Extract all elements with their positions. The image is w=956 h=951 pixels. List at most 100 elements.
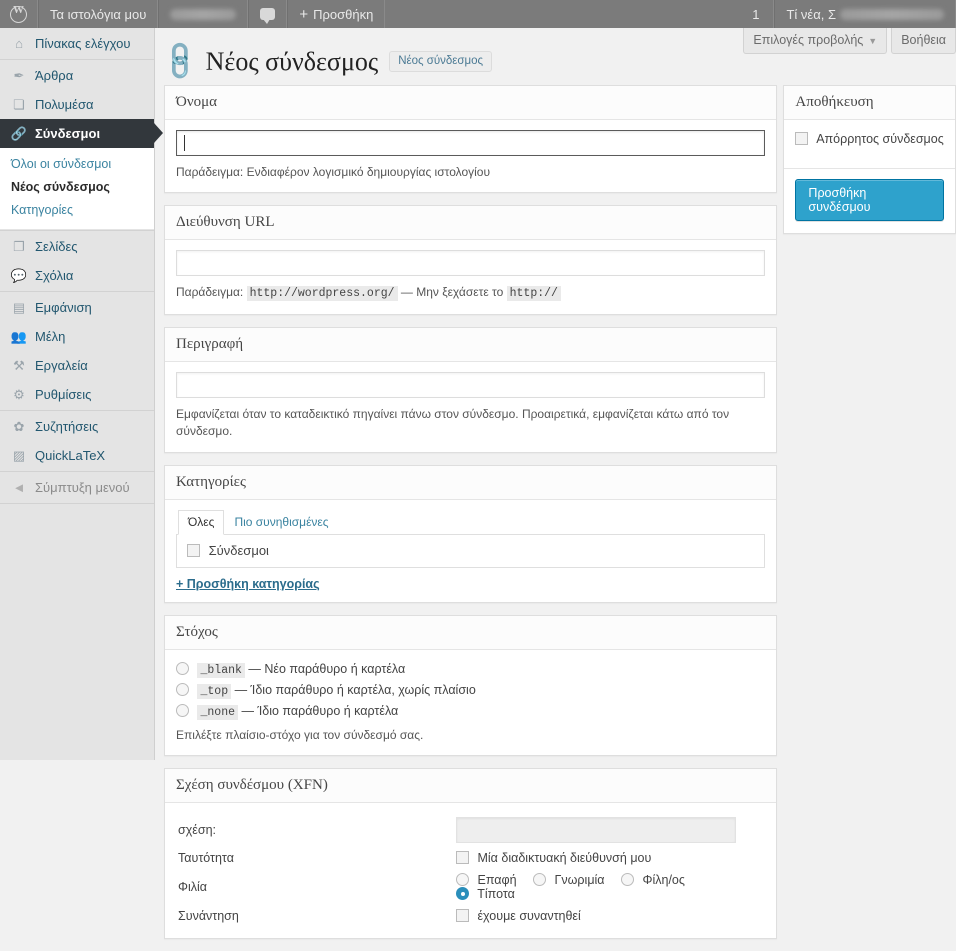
checkbox-icon[interactable] (456, 851, 469, 865)
tools-icon: ⚒ (13, 358, 25, 373)
add-new-link-button[interactable]: Νέος σύνδεσμος (389, 50, 493, 73)
url-box-title[interactable]: Διεύθυνση URL (165, 206, 777, 241)
radio-icon[interactable] (176, 661, 189, 675)
screen-options-label: Επιλογές προβολής (753, 33, 864, 47)
wordpress-logo-button[interactable] (0, 0, 38, 28)
xfn-friendship-contact[interactable]: Επαφή (456, 873, 517, 887)
target-desc: — Ίδιο παράθυρο ή καρτέλα (241, 703, 399, 718)
target-box-title[interactable]: Στόχος (165, 615, 777, 650)
xfn-friendship-acquaintance[interactable]: Γνωριμία (533, 873, 605, 887)
target-option-none[interactable]: _none — Ίδιο παράθυρο ή καρτέλα (176, 702, 765, 723)
xfn-box-title[interactable]: Σχέση συνδέσμου (XFN) (165, 769, 777, 804)
content-area: 🔗 Νέος σύνδεσμος Νέος σύνδεσμος Όνομα Πα… (156, 28, 956, 940)
link-url-input[interactable] (176, 250, 766, 277)
radio-icon[interactable] (533, 873, 547, 887)
submenu-item-new-link[interactable]: Νέος σύνδεσμος (0, 176, 154, 199)
menu-group-pages-comments: ❐ Σελίδες 💬 Σχόλια (0, 231, 154, 292)
sidebar-item-links[interactable]: 🔗 Σύνδεσμοι (0, 119, 163, 148)
pin-icon: ✒ (13, 68, 25, 83)
media-icon: ❏ (13, 97, 25, 112)
sidebar-item-users[interactable]: 👥 Μέλη (0, 322, 154, 351)
site-name-blurred (170, 8, 237, 20)
submit-box-title[interactable]: Αποθήκευση (784, 86, 955, 120)
xfn-rel-label: σχέση: (178, 823, 216, 838)
screen-meta-links: Επιλογές προβολής ▼ Βοήθεια (739, 28, 956, 54)
tab-all-categories[interactable]: Όλες (178, 509, 225, 535)
menu-group-content: ✒ Άρθρα ❏ Πολυμέσα 🔗 Σύνδεσμοι Όλοι οι σ… (0, 60, 163, 231)
target-option-blank[interactable]: _blank — Νέο παράθυρο ή καρτέλα (176, 660, 765, 681)
sidebar-item-comments[interactable]: 💬 Σχόλια (0, 261, 154, 290)
updates-count[interactable]: 1 (738, 0, 775, 28)
xfn-friendship-friend[interactable]: Φίλη/ος (621, 873, 685, 887)
screen-options-tab[interactable]: Επιλογές προβολής ▼ (743, 28, 888, 54)
submenu-item-all-links[interactable]: Όλοι οι σύνδεσμοι (0, 153, 154, 176)
xfn-row-friendship: Φιλία Επαφή Γνωριμία Φίλη/ος Τίποτα (176, 869, 765, 905)
tab-most-used-categories[interactable]: Πιο συνηθισμένες (224, 510, 338, 535)
sidebar-item-pages[interactable]: ❐ Σελίδες (0, 232, 154, 261)
sidebar-item-dashboard[interactable]: ⌂ Πίνακας ελέγχου (0, 29, 154, 58)
add-category-link[interactable]: + Προσθήκη κατηγορίας (176, 577, 320, 591)
radio-icon[interactable] (176, 682, 189, 696)
radio-icon[interactable] (621, 873, 635, 887)
category-checklist: Σύνδεσμοι (176, 533, 766, 568)
checkbox-icon[interactable] (795, 132, 809, 145)
link-description-input[interactable] (176, 372, 766, 399)
sidebar-item-posts[interactable]: ✒ Άρθρα (0, 61, 154, 90)
checkbox-icon[interactable] (456, 909, 469, 923)
help-tab[interactable]: Βοήθεια (891, 28, 956, 54)
xfn-option-label: Φίλη/ος (642, 873, 685, 888)
target-box: Στόχος _blank — Νέο παράθυρο ή καρτέλα _… (164, 614, 778, 757)
sidebar-item-appearance[interactable]: ▤ Εμφάνιση (0, 293, 154, 322)
menu-group-plugins: ✿ Συζητήσεις ▨ QuickLaTeX (0, 411, 154, 472)
xfn-met-option[interactable]: έχουμε συναντηθεί (456, 909, 581, 923)
xfn-rel-input[interactable] (456, 817, 736, 844)
xfn-row-met: Συνάντηση έχουμε συναντηθεί (176, 905, 765, 927)
radio-icon[interactable] (456, 887, 469, 901)
radio-icon[interactable] (456, 873, 469, 887)
checkbox-icon[interactable] (187, 543, 200, 557)
comments-bubble-button[interactable] (248, 0, 288, 28)
my-sites-menu[interactable]: Τα ιστολόγια μου (38, 0, 159, 28)
site-name-menu[interactable] (158, 0, 249, 28)
link-name-input[interactable] (176, 130, 766, 156)
add-link-button[interactable]: Προσθήκη συνδέσμου (795, 179, 944, 221)
private-link-row: Απόρρητος σύνδεσμος (795, 132, 944, 158)
description-box-title[interactable]: Περιγραφή (165, 328, 777, 363)
submenu-item-link-categories[interactable]: Κατηγορίες (0, 199, 154, 222)
categories-box-title[interactable]: Κατηγορίες (165, 465, 777, 500)
main-column: Όνομα Παράδειγμα: Ενδιαφέρον λογισμικό δ… (164, 85, 778, 951)
menu-group-admin: ▤ Εμφάνιση 👥 Μέλη ⚒ Εργαλεία ⚙ Ρυθμίσεις (0, 292, 154, 411)
target-option-top[interactable]: _top — Ίδιο παράθυρο ή καρτέλα, χωρίς πλ… (176, 681, 765, 702)
category-item-label: Σύνδεσμοι (208, 542, 269, 558)
howdy-label: Τί νέα, Σ (786, 6, 836, 22)
appearance-icon: ▤ (12, 300, 26, 315)
new-content-label: Προσθήκη (313, 6, 374, 22)
username-blurred (840, 8, 944, 20)
radio-icon[interactable] (176, 703, 189, 717)
quicklatex-icon: ▨ (12, 448, 26, 463)
sidebar-item-quicklatex[interactable]: ▨ QuickLaTeX (0, 441, 154, 470)
sidebar-item-discussions[interactable]: ✿ Συζητήσεις (0, 412, 154, 441)
sidebar-item-settings[interactable]: ⚙ Ρυθμίσεις (0, 380, 154, 409)
link-icon: 🔗 (10, 126, 28, 141)
sidebar-item-media[interactable]: ❏ Πολυμέσα (0, 90, 154, 119)
new-content-menu[interactable]: + Προσθήκη (287, 0, 386, 28)
sidebar-item-tools[interactable]: ⚒ Εργαλεία (0, 351, 154, 380)
menu-group-collapse: ◄ Σύμπτυξη μενού (0, 472, 154, 504)
collapse-menu-button[interactable]: ◄ Σύμπτυξη μενού (0, 473, 154, 502)
categories-box-inside: Όλες Πιο συνηθισμένες Σύνδεσμοι + Προσθή… (165, 500, 776, 602)
dashboard-icon: ⌂ (15, 36, 23, 51)
category-item-links[interactable]: Σύνδεσμοι (187, 543, 269, 558)
name-box-title[interactable]: Όνομα (165, 86, 777, 120)
page-icon: ❐ (13, 239, 25, 254)
help-label: Βοήθεια (901, 33, 946, 47)
xfn-friendship-none[interactable]: Τίποτα (456, 887, 515, 901)
my-account-menu[interactable]: Τί νέα, Σ (774, 0, 956, 28)
admin-menu: ⌂ Πίνακας ελέγχου ✒ Άρθρα ❏ Πολυμέσα 🔗 Σ… (0, 28, 163, 760)
name-field-wrap (176, 130, 766, 156)
xfn-friendship-label: Φιλία (178, 880, 208, 895)
xfn-identity-me[interactable]: Μία διαδικτυακή διεύθυνσή μου (456, 851, 651, 865)
xfn-box-inside: σχέση: Ταυτότητα Μία διαδικτυακή διεύθυν… (165, 803, 776, 938)
private-link-option[interactable]: Απόρρητος σύνδεσμος (795, 132, 944, 146)
target-code: _blank (197, 662, 245, 678)
